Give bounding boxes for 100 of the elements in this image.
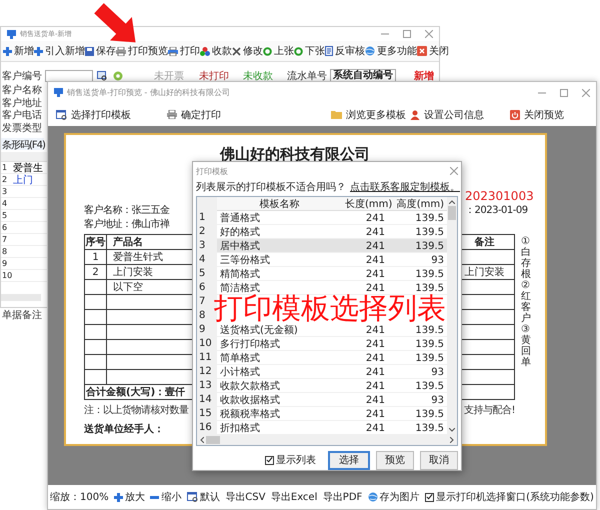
table-cell-text: 139.5 — [414, 324, 445, 336]
table-cell-text: 139.5 — [414, 268, 445, 280]
toolbar-button[interactable]: 默认 — [186, 490, 220, 504]
row-number: 13 — [197, 379, 217, 393]
field-label: 客户电话 — [2, 108, 42, 122]
prompt-text: 列表展示的打印模板不适合用吗？ — [196, 180, 346, 194]
chevron-left-icon — [200, 437, 204, 443]
toolbar-button[interactable]: 收款 — [200, 44, 232, 58]
row-number: 2 — [1, 175, 8, 184]
table-cell-text: 241 — [364, 212, 386, 224]
row-number: 11 — [197, 351, 217, 365]
table-cell: 1 — [84, 250, 106, 264]
table-row[interactable]: 4 三等份格式 241 93 — [197, 253, 447, 267]
table-cell-text: 241 — [364, 366, 386, 378]
toolbar-button[interactable]: 导出CSV — [225, 490, 266, 504]
table-row[interactable]: 10 多行打印格式 241 139.5 — [197, 337, 447, 351]
grid-header — [1, 152, 47, 162]
toolbar-button[interactable]: 确定打印 — [167, 108, 221, 122]
toolbar-button[interactable]: 导出PDF — [322, 490, 362, 504]
dialog-button[interactable]: 选择 — [328, 450, 370, 470]
table-row[interactable]: 14 收款收据格式 241 93 — [197, 393, 447, 407]
table-cell-text: 折扣格式 — [219, 422, 261, 435]
row-number: 1 — [197, 211, 217, 225]
toolbar-button[interactable]: 打印预览 — [116, 44, 168, 58]
plus-icon — [114, 492, 124, 502]
input-field[interactable] — [45, 70, 93, 82]
toolbar-button[interactable]: 保存 — [85, 44, 116, 58]
maximize-icon — [560, 88, 568, 96]
toolbar-button[interactable]: 关闭 — [417, 44, 449, 58]
toolbar-button[interactable]: 缩小 — [150, 490, 182, 504]
toolbar-button[interactable]: 关闭预览 — [510, 108, 564, 122]
note-text: 注：以上货物请核对数量 — [84, 404, 188, 417]
horizontal-scrollbar[interactable] — [197, 435, 457, 445]
row-number: 5 — [1, 211, 8, 220]
table-cell-text: 93 — [430, 366, 445, 378]
toolbar-button[interactable]: 打印 — [168, 44, 200, 58]
close-icon — [425, 30, 433, 38]
copy-label: ①白存根 — [521, 236, 531, 280]
row-number: 15 — [197, 407, 217, 421]
table-row[interactable]: 1 普通格式 241 139.5 — [197, 211, 447, 225]
app-icon — [7, 30, 16, 38]
signer-label: 送货单位经手人： — [84, 422, 164, 436]
checkbox[interactable] — [265, 456, 274, 464]
toolbar-button[interactable]: 更多功能 — [365, 44, 417, 58]
table-row[interactable]: 12 小计格式 241 93 — [197, 365, 447, 379]
custom-template-link[interactable]: 点击联系客服定制模板。 — [350, 180, 460, 194]
close-icon — [450, 167, 458, 175]
table-row[interactable]: 5 精简格式 241 139.5 — [197, 267, 447, 281]
circle-icon — [294, 46, 303, 56]
table-row[interactable]: 3 居中格式 241 139.5 — [197, 239, 447, 253]
table-cell-text: 精简格式 — [219, 268, 261, 281]
toolbar-button[interactable]: 修改 — [232, 44, 263, 58]
order-date: ：2023-01-09 — [465, 204, 528, 217]
toolbar-button[interactable]: 放大 — [114, 490, 146, 504]
table-row[interactable]: 9 送货格式(无金额) 241 139.5 — [197, 323, 447, 337]
table-row[interactable]: 11 简单格式 241 139.5 — [197, 351, 447, 365]
toolbar-button[interactable]: 浏览更多模板 — [331, 108, 406, 122]
checkbox-label[interactable]: 显示打印机选择窗口(系统功能参数) — [436, 490, 594, 504]
dialog-button[interactable]: 预览 — [376, 450, 414, 470]
toolbar-button[interactable]: 引入新增 — [34, 44, 85, 58]
table-cell-text: 爱普生 — [13, 162, 43, 174]
globe-icon — [365, 46, 375, 56]
row-number: 7 — [1, 235, 8, 244]
column-header: 模板名称 — [258, 198, 300, 211]
toolbar-button[interactable]: 设置公司信息 — [410, 108, 484, 122]
row-number: 10 — [197, 337, 217, 351]
row-number: 10 — [1, 271, 13, 280]
vertical-scrollbar[interactable] — [447, 197, 457, 435]
table-cell-text: 139.5 — [414, 422, 445, 434]
status-label: 未开票 — [154, 70, 184, 83]
row-number: 16 — [197, 421, 217, 435]
printer-icon — [168, 46, 178, 56]
scroll-thumb[interactable] — [448, 206, 456, 220]
toolbar-button[interactable]: 上张 — [263, 44, 294, 58]
table-cell-text: 241 — [364, 408, 386, 420]
tab[interactable]: 条形码(F4) — [1, 138, 44, 150]
row-number: 12 — [197, 365, 217, 379]
toolbar-button[interactable]: 导出Excel — [270, 490, 318, 504]
toolbar-button[interactable]: 新增 — [3, 44, 34, 58]
toolbar-button[interactable]: 选择打印模板 — [56, 108, 131, 122]
horizontal-scrollbar[interactable] — [1, 294, 41, 301]
toolbar-button[interactable]: 反审核 — [325, 44, 365, 58]
table-cell-text: 139.5 — [414, 212, 445, 224]
table-cell-text: 居中格式 — [219, 240, 261, 253]
checkbox[interactable] — [425, 492, 434, 502]
app-icon — [54, 88, 63, 97]
table-row[interactable]: 6 简洁格式 241 139.5 — [197, 281, 447, 295]
dialog-button[interactable]: 取消 — [420, 450, 458, 470]
row-number: 6 — [197, 281, 217, 295]
table-row[interactable]: 15 税额税率格式 241 139.5 — [197, 407, 447, 421]
checkbox-label[interactable]: 显示列表 — [276, 453, 316, 467]
toolbar-button[interactable]: 下张 — [294, 44, 325, 58]
field-label: 发票类型 — [2, 122, 42, 135]
folder-icon — [331, 110, 342, 119]
toolbar-button[interactable]: 存为图片 — [368, 490, 420, 504]
scroll-thumb[interactable] — [206, 436, 220, 444]
person-icon — [410, 110, 420, 120]
window-icon — [56, 110, 67, 120]
printer-icon — [116, 46, 126, 56]
table-row[interactable]: 13 收款欠款格式 241 139.5 — [197, 379, 447, 393]
